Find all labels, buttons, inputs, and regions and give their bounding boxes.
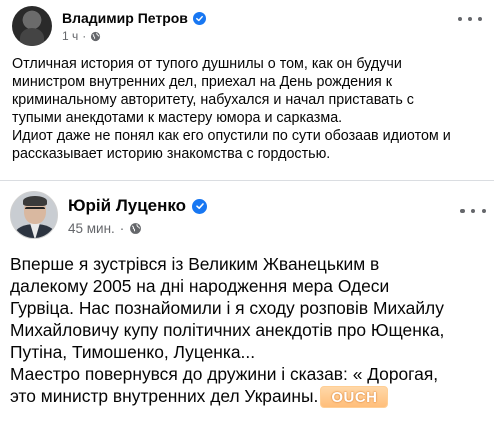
more-options-icon[interactable] xyxy=(458,12,482,26)
globe-icon xyxy=(130,222,142,234)
text-line: Путіна, Тимошенко, Луценка... xyxy=(10,342,256,362)
shared-post-header: Юрій Луценко 45 мин. · xyxy=(10,191,486,241)
post-time[interactable]: 1 ч xyxy=(62,29,78,43)
verified-badge-icon xyxy=(192,198,208,214)
avatar[interactable] xyxy=(10,191,58,239)
text-line: Идиот даже не понял как его опустили по … xyxy=(12,128,451,144)
avatar[interactable] xyxy=(12,6,52,46)
post-meta: 1 ч · xyxy=(62,29,101,43)
ouch-sticker: OUCH xyxy=(320,386,389,409)
text-line: министром внутренних дел, приехал на Ден… xyxy=(12,74,392,90)
text-line: криминальному авторитету, набухался и на… xyxy=(12,92,414,108)
text-line: рассказывает историю знакомства с гордос… xyxy=(12,146,331,162)
more-options-icon[interactable] xyxy=(460,203,486,219)
text-line: Маестро повернувся до дружини і сказав: … xyxy=(10,364,439,384)
verified-badge-icon xyxy=(192,11,206,25)
post-time[interactable]: 45 мин. xyxy=(68,221,115,236)
text-line: далекому 2005 на дні народження мера Оде… xyxy=(10,276,390,296)
text-line: Михайловичу купу політичних анекдотів пр… xyxy=(10,320,445,340)
text-line-content: это министр внутренних дел Украины. xyxy=(10,386,319,406)
outer-post-header: Владимир Петров 1 ч · xyxy=(12,6,482,46)
shared-post-text: Вперше я зустрівся із Великим Жванецьким… xyxy=(10,253,490,409)
author-name[interactable]: Юрій Луценко xyxy=(68,196,186,216)
author-name[interactable]: Владимир Петров xyxy=(62,10,188,26)
globe-icon xyxy=(91,31,101,41)
text-line: Гурвіца. Нас познайомили і я сходу розпо… xyxy=(10,298,444,318)
text-line: это министр внутренних дел Украины. OUCH xyxy=(10,385,490,409)
text-line: Вперше я зустрівся із Великим Жванецьким… xyxy=(10,254,380,274)
author-row: Юрій Луценко xyxy=(68,195,208,217)
shared-post[interactable]: Юрій Луценко 45 мин. · Вперше я зустрівс… xyxy=(0,180,494,426)
text-line: Отличная история от тупого душнилы о том… xyxy=(12,56,402,72)
post-meta: 45 мин. · xyxy=(68,220,142,236)
author-row: Владимир Петров xyxy=(62,9,206,27)
outer-post-text: Отличная история от тупого душнилы о том… xyxy=(12,55,484,163)
text-line: тупыми анекдотами к мастеру юмора и сарк… xyxy=(12,110,343,126)
outer-post: Владимир Петров 1 ч · Отличная история о… xyxy=(0,0,494,426)
